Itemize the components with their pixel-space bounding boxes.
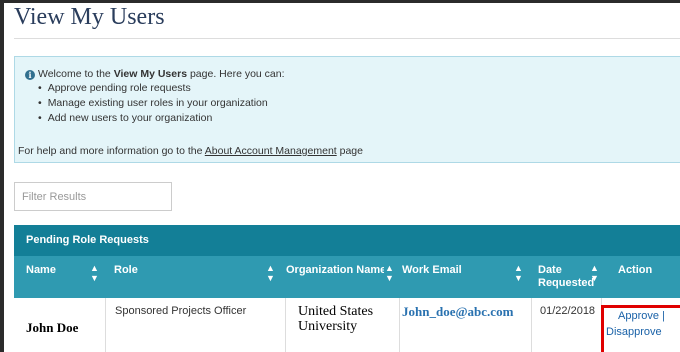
table-header-row: Name ▲ ▼ Role ▲ ▼ Organization Name ▲ ▼ Wor… — [14, 256, 680, 298]
info-intro-prefix: Welcome to the — [38, 68, 114, 80]
window-frame-top — [0, 0, 680, 3]
info-intro-suffix: page. Here you can: — [187, 68, 285, 80]
info-icon: i — [25, 70, 35, 80]
column-header-role[interactable]: Role ▲ ▼ — [106, 256, 286, 298]
date-requested: 01/22/2018 — [540, 305, 596, 317]
cell-date-requested: 01/22/2018 — [532, 298, 602, 352]
info-intro-strong: View My Users — [113, 68, 188, 80]
approve-link[interactable]: Approve | — [618, 310, 665, 322]
filter-results-input[interactable] — [14, 182, 172, 211]
column-header-label: Name — [26, 264, 56, 276]
column-header-action: Action — [602, 256, 680, 298]
table-caption: Pending Role Requests — [14, 225, 680, 256]
column-header-name[interactable]: Name ▲ ▼ — [14, 256, 106, 298]
column-header-work-email[interactable]: Work Email ▲ ▼ — [400, 256, 532, 298]
sort-icon[interactable]: ▲ ▼ — [90, 263, 99, 283]
info-bullet: Approve pending role requests — [38, 81, 268, 96]
cell-name: John Doe — [14, 298, 106, 352]
sort-icon[interactable]: ▲ ▼ — [590, 263, 599, 283]
sort-icon[interactable]: ▲ ▼ — [266, 263, 275, 283]
organization-name: United States University — [298, 304, 374, 334]
cell-role: Sponsored Projects Officer — [106, 298, 286, 352]
column-header-label: Action — [618, 264, 653, 276]
column-header-label: Date Requested — [538, 264, 595, 289]
user-role: Sponsored Projects Officer — [115, 305, 247, 317]
info-bullet: Manage existing user roles in your organ… — [38, 96, 268, 111]
info-bullet-list: Approve pending role requests Manage exi… — [38, 81, 268, 126]
column-header-date-requested[interactable]: Date Requested ▲ ▼ — [532, 256, 602, 298]
sort-icon[interactable]: ▲ ▼ — [385, 263, 394, 283]
sort-icon[interactable]: ▲ ▼ — [514, 263, 523, 283]
page-title: View My Users — [14, 4, 165, 30]
cell-organization: United States University — [286, 298, 400, 352]
info-panel: i Welcome to the View My Users page. Here… — [14, 56, 680, 163]
title-divider — [14, 38, 680, 39]
highlight-box: Approve | Disapprove — [601, 305, 680, 352]
help-suffix: page — [336, 145, 363, 157]
info-help-text: For help and more information go to the … — [18, 145, 363, 157]
column-header-label: Work Email — [402, 264, 462, 276]
window-frame-left — [0, 0, 4, 352]
work-email: John_doe@abc.com — [402, 304, 514, 319]
disapprove-link[interactable]: Disapprove — [606, 326, 662, 338]
info-intro: i Welcome to the View My Users page. Here… — [25, 68, 285, 80]
column-header-label: Organization Name — [286, 264, 384, 276]
column-header-label: Role — [114, 264, 138, 276]
table-row: John Doe Sponsored Projects Officer Unit… — [14, 298, 680, 352]
help-prefix: For help and more information go to the — [18, 145, 205, 157]
about-account-management-link[interactable]: About Account Management — [205, 145, 337, 157]
user-name: John Doe — [26, 320, 79, 335]
cell-work-email: John_doe@abc.com — [400, 298, 532, 352]
column-header-organization[interactable]: Organization Name ▲ ▼ — [286, 256, 400, 298]
info-bullet: Add new users to your organization — [38, 111, 268, 126]
